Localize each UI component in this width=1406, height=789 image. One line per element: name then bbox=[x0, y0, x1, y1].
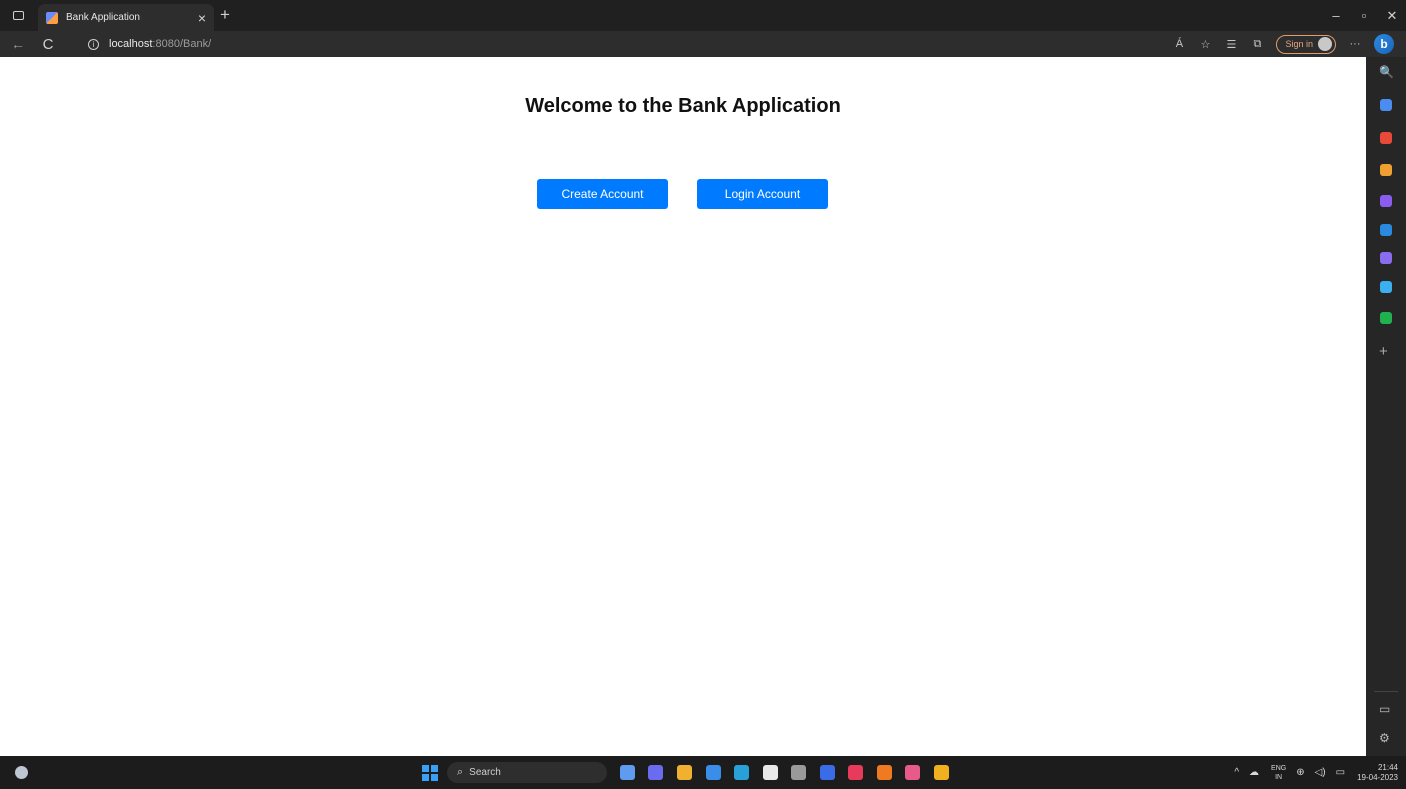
designer-icon[interactable] bbox=[1380, 252, 1392, 264]
window-controls: – ▫ ✕ bbox=[1322, 0, 1406, 31]
language-indicator[interactable]: ENG IN bbox=[1271, 764, 1286, 782]
page-viewport: Welcome to the Bank Application Create A… bbox=[0, 57, 1366, 756]
games-icon[interactable] bbox=[1380, 164, 1392, 176]
cloud-icon[interactable]: ☁ bbox=[1249, 767, 1259, 778]
address-bar[interactable]: i localhost :8080/Bank/ bbox=[80, 34, 1160, 54]
tree-icon[interactable] bbox=[1380, 312, 1392, 324]
refresh-button[interactable]: C bbox=[36, 36, 60, 53]
search-icon: ⌕ bbox=[457, 766, 464, 778]
url-path: :8080/Bank/ bbox=[152, 38, 212, 50]
github-icon[interactable] bbox=[791, 765, 806, 780]
taskbar-search[interactable]: ⌕ Search bbox=[447, 762, 607, 783]
minimize-button[interactable]: – bbox=[1322, 8, 1350, 23]
firefox-icon[interactable] bbox=[877, 765, 892, 780]
sidebar-hide-icon[interactable]: ▭ bbox=[1379, 702, 1390, 716]
more-options-icon[interactable]: ··· bbox=[1342, 38, 1368, 50]
tab-actions-button[interactable] bbox=[0, 0, 36, 31]
volume-icon[interactable]: ◁) bbox=[1315, 767, 1326, 778]
vscode-icon[interactable] bbox=[706, 765, 721, 780]
shopping-icon[interactable] bbox=[1380, 99, 1392, 111]
browser-toolbar: Á ☆ ☰ ⧉ Sign in ··· b bbox=[1166, 31, 1406, 57]
app-icon[interactable] bbox=[934, 765, 949, 780]
microsoft365-icon[interactable] bbox=[1380, 195, 1392, 207]
clock-time: 21:44 bbox=[1377, 762, 1398, 772]
tools-icon[interactable] bbox=[1380, 132, 1392, 144]
edge-icon[interactable] bbox=[734, 765, 749, 780]
teams-icon[interactable] bbox=[648, 765, 663, 780]
login-account-button[interactable]: Login Account bbox=[697, 179, 828, 209]
mcafee-icon[interactable] bbox=[848, 765, 863, 780]
xampp-icon[interactable] bbox=[905, 765, 920, 780]
tab-close-icon[interactable]: × bbox=[198, 11, 206, 25]
sign-in-label: Sign in bbox=[1285, 39, 1313, 49]
page-title: Welcome to the Bank Application bbox=[525, 95, 841, 117]
navigation-bar: ← C i localhost :8080/Bank/ Á ☆ ☰ ⧉ Sig… bbox=[0, 31, 1406, 57]
site-info-icon[interactable]: i bbox=[88, 38, 99, 50]
favicon-icon bbox=[46, 11, 58, 24]
weather-icon[interactable] bbox=[15, 766, 28, 779]
sidebar-add-icon[interactable]: + bbox=[1379, 343, 1388, 360]
outlook-icon[interactable] bbox=[1380, 224, 1392, 236]
clock[interactable]: 21:44 19-04-2023 bbox=[1357, 763, 1398, 783]
url-host: localhost bbox=[109, 38, 153, 50]
start-icon-tile bbox=[422, 774, 429, 781]
tab-title: Bank Application bbox=[66, 12, 140, 23]
sidebar-search-icon[interactable]: 🔍 bbox=[1379, 65, 1394, 79]
collections-icon[interactable]: ⧉ bbox=[1244, 38, 1270, 51]
intellij-icon[interactable] bbox=[820, 765, 835, 780]
tab-actions-icon bbox=[12, 11, 24, 20]
close-window-button[interactable]: ✕ bbox=[1378, 8, 1406, 24]
read-aloud-icon[interactable]: Á bbox=[1166, 38, 1192, 50]
region-code: IN bbox=[1275, 773, 1283, 781]
file-explorer-icon[interactable] bbox=[677, 765, 692, 780]
start-button[interactable] bbox=[422, 765, 438, 781]
task-view-icon[interactable] bbox=[620, 765, 635, 780]
edge-sidebar: 🔍 + ▭ ⚙ bbox=[1366, 57, 1406, 756]
start-icon-tile bbox=[431, 765, 438, 772]
bing-chat-icon[interactable]: b bbox=[1374, 34, 1394, 54]
new-tab-button[interactable]: + bbox=[220, 6, 230, 23]
language-code: ENG bbox=[1271, 764, 1287, 772]
system-tray: ^ ☁ ENG IN ⊕ ◁) ▭ 21:44 19-04-2023 bbox=[1224, 756, 1398, 789]
taskbar: ⌕ Search ^ ☁ ENG IN ⊕ ◁) ▭ 21:44 19-04-2… bbox=[0, 756, 1406, 789]
tab-bank-application[interactable]: Bank Application × bbox=[38, 4, 214, 31]
avatar-icon bbox=[1318, 37, 1332, 51]
back-button[interactable]: ← bbox=[6, 36, 30, 52]
favorites-icon[interactable]: ☰ bbox=[1218, 38, 1244, 51]
add-favorite-icon[interactable]: ☆ bbox=[1192, 38, 1218, 51]
taskbar-search-label: Search bbox=[469, 767, 501, 778]
clock-date: 19-04-2023 bbox=[1357, 772, 1398, 782]
tab-strip: Bank Application × + – ▫ ✕ bbox=[0, 0, 1406, 31]
restore-button[interactable]: ▫ bbox=[1350, 8, 1378, 23]
start-icon-tile bbox=[422, 765, 429, 772]
tray-overflow-icon[interactable]: ^ bbox=[1234, 767, 1239, 778]
start-icon-tile bbox=[431, 774, 438, 781]
network-icon[interactable]: ⊕ bbox=[1296, 767, 1304, 778]
drop-icon[interactable] bbox=[1380, 281, 1392, 293]
store-icon[interactable] bbox=[763, 765, 778, 780]
battery-icon[interactable]: ▭ bbox=[1336, 767, 1345, 778]
action-buttons: Create Account Login Account bbox=[537, 179, 828, 209]
sidebar-divider bbox=[1374, 691, 1398, 692]
sidebar-settings-icon[interactable]: ⚙ bbox=[1379, 731, 1390, 745]
sign-in-button[interactable]: Sign in bbox=[1276, 34, 1336, 54]
create-account-button[interactable]: Create Account bbox=[537, 179, 668, 209]
